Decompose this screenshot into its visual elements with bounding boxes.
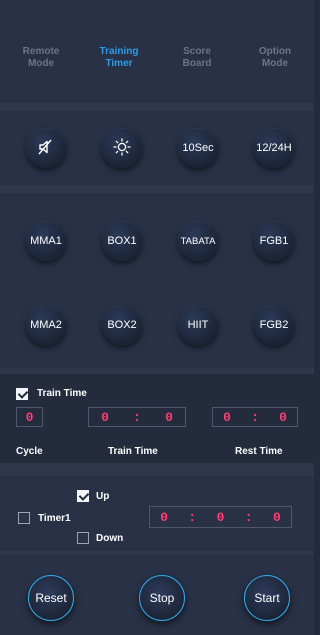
divider: [0, 463, 314, 476]
tab-score-board[interactable]: Score Board: [158, 46, 236, 70]
mute-button[interactable]: [26, 128, 66, 168]
tab-remote-mode[interactable]: Remote Mode: [2, 46, 80, 70]
reset-button[interactable]: Reset: [28, 575, 74, 621]
function-button-panel: 10Sec 12/24H: [0, 111, 314, 185]
timer-panel: Timer1 Up Down 0 : 0 : 0: [0, 476, 314, 551]
start-button[interactable]: Start: [244, 575, 290, 621]
timer1-hours: 0: [160, 509, 168, 525]
train-time-label: Train Time: [108, 446, 158, 457]
brightness-icon: [112, 137, 132, 160]
mode-tab-bar: Remote Mode Training Timer Score Board O…: [0, 0, 314, 103]
tab-score-board-line2: Board: [182, 58, 212, 69]
rest-seconds: 0: [279, 409, 287, 425]
rest-time-display[interactable]: 0 : 0: [212, 407, 298, 427]
cycle-label: Cycle: [16, 446, 43, 457]
tab-option-mode-line1: Option: [258, 46, 292, 57]
preset-tabata-button[interactable]: TABATA: [178, 221, 218, 261]
train-time-checkbox-label: Train Time: [37, 388, 87, 399]
tab-training-timer-line1: Training: [99, 46, 139, 57]
brightness-button[interactable]: [102, 128, 142, 168]
tab-option-mode[interactable]: Option Mode: [236, 46, 314, 70]
rest-time-label: Rest Time: [235, 446, 283, 457]
preset-mma1-button[interactable]: MMA1: [26, 221, 66, 261]
timer1-colon-1: :: [188, 509, 197, 525]
control-panel: Reset Stop Start: [0, 555, 314, 635]
tab-remote-mode-line1: Remote: [22, 46, 60, 57]
cycle-value: 0: [25, 409, 34, 425]
rest-minutes: 0: [223, 409, 231, 425]
stop-button[interactable]: Stop: [139, 575, 185, 621]
tab-remote-mode-line2: Mode: [27, 58, 55, 69]
timer1-minutes: 0: [216, 509, 225, 525]
divider: [0, 185, 314, 193]
train-time-checkbox[interactable]: [16, 388, 28, 400]
preset-box1-button[interactable]: BOX1: [102, 221, 142, 261]
rest-colon: :: [251, 409, 259, 425]
timer1-seconds: 0: [272, 509, 281, 525]
count-up-label: Up: [96, 491, 110, 502]
count-up-checkbox[interactable]: [77, 490, 89, 502]
tab-score-board-line1: Score: [183, 46, 211, 57]
tab-option-mode-line2: Mode: [261, 58, 289, 69]
timer1-label: Timer1: [38, 513, 71, 524]
tab-training-timer[interactable]: Training Timer: [80, 46, 158, 70]
timer1-checkbox[interactable]: [18, 512, 30, 524]
timer1-display[interactable]: 0 : 0 : 0: [149, 506, 292, 528]
train-time-display[interactable]: 0 : 0: [88, 407, 186, 427]
preset-box2-button[interactable]: BOX2: [102, 305, 142, 345]
count-down-label: Down: [96, 533, 124, 544]
preset-panel: MMA1 BOX1 TABATA FGB1 MMA2 BOX2 HIIT FGB…: [0, 193, 314, 368]
preset-hiit-button[interactable]: HIIT: [178, 305, 218, 345]
count-down-checkbox[interactable]: [77, 532, 89, 544]
ten-second-button[interactable]: 10Sec: [178, 128, 218, 168]
tab-training-timer-line2: Timer: [105, 58, 133, 69]
train-seconds: 0: [165, 409, 173, 425]
divider: [0, 103, 314, 111]
train-minutes: 0: [101, 409, 109, 425]
cycle-display[interactable]: 0: [16, 407, 43, 427]
timer1-colon-2: :: [244, 509, 253, 525]
hour-format-button[interactable]: 12/24H: [254, 128, 294, 168]
preset-fgb1-button[interactable]: FGB1: [254, 221, 294, 261]
train-time-panel: Train Time 0 0 : 0 0 : 0 Cycle Train Tim…: [0, 374, 314, 463]
preset-fgb2-button[interactable]: FGB2: [254, 305, 294, 345]
preset-mma2-button[interactable]: MMA2: [26, 305, 66, 345]
train-colon: :: [133, 409, 141, 425]
mute-icon: [36, 137, 56, 160]
